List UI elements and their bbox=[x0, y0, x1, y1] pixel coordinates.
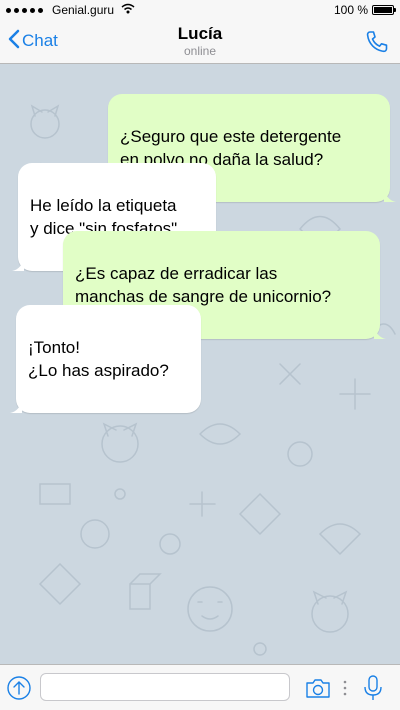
phone-icon[interactable] bbox=[364, 29, 390, 55]
contact-status: online bbox=[183, 44, 217, 58]
message-text: ¡Tonto! ¿Lo has aspirado? bbox=[28, 338, 169, 380]
microphone-icon[interactable] bbox=[362, 674, 384, 702]
message-list[interactable]: ¿Seguro que este detergente en polvo no … bbox=[0, 64, 400, 664]
battery-icon bbox=[372, 5, 396, 15]
contact-name: Lucía bbox=[177, 24, 223, 43]
message-composer bbox=[0, 664, 400, 710]
bubble-tail bbox=[384, 188, 396, 202]
battery-indicator: 100 % bbox=[333, 0, 396, 20]
camera-icon[interactable] bbox=[304, 676, 332, 700]
nav-bar: Chat Lucía online bbox=[0, 20, 400, 64]
chat-screen: Genial.guru 100 % Chat Lucía online ¿Seg… bbox=[0, 0, 400, 710]
upload-arrow-icon[interactable] bbox=[6, 675, 32, 701]
message-incoming[interactable]: ¡Tonto! ¿Lo has aspirado? bbox=[10, 305, 201, 413]
message-text: ¿Es capaz de erradicar las manchas de sa… bbox=[75, 264, 332, 306]
contact-header[interactable]: Lucía online bbox=[100, 23, 300, 58]
chevron-left-icon bbox=[8, 29, 22, 54]
signal-indicator: Genial.guru bbox=[0, 3, 135, 17]
carrier-name: Genial.guru bbox=[52, 3, 115, 17]
more-dots-icon bbox=[343, 680, 347, 696]
bubble-tail bbox=[10, 399, 22, 413]
back-label: Chat bbox=[22, 31, 58, 50]
bubble-tail bbox=[12, 257, 24, 271]
bubble-tail bbox=[374, 325, 386, 339]
message-input[interactable] bbox=[40, 673, 290, 701]
battery-percent: 100 % bbox=[333, 3, 368, 17]
wifi-icon bbox=[121, 3, 135, 17]
back-button[interactable]: Chat bbox=[8, 28, 58, 54]
status-bar: Genial.guru 100 % bbox=[0, 0, 400, 20]
